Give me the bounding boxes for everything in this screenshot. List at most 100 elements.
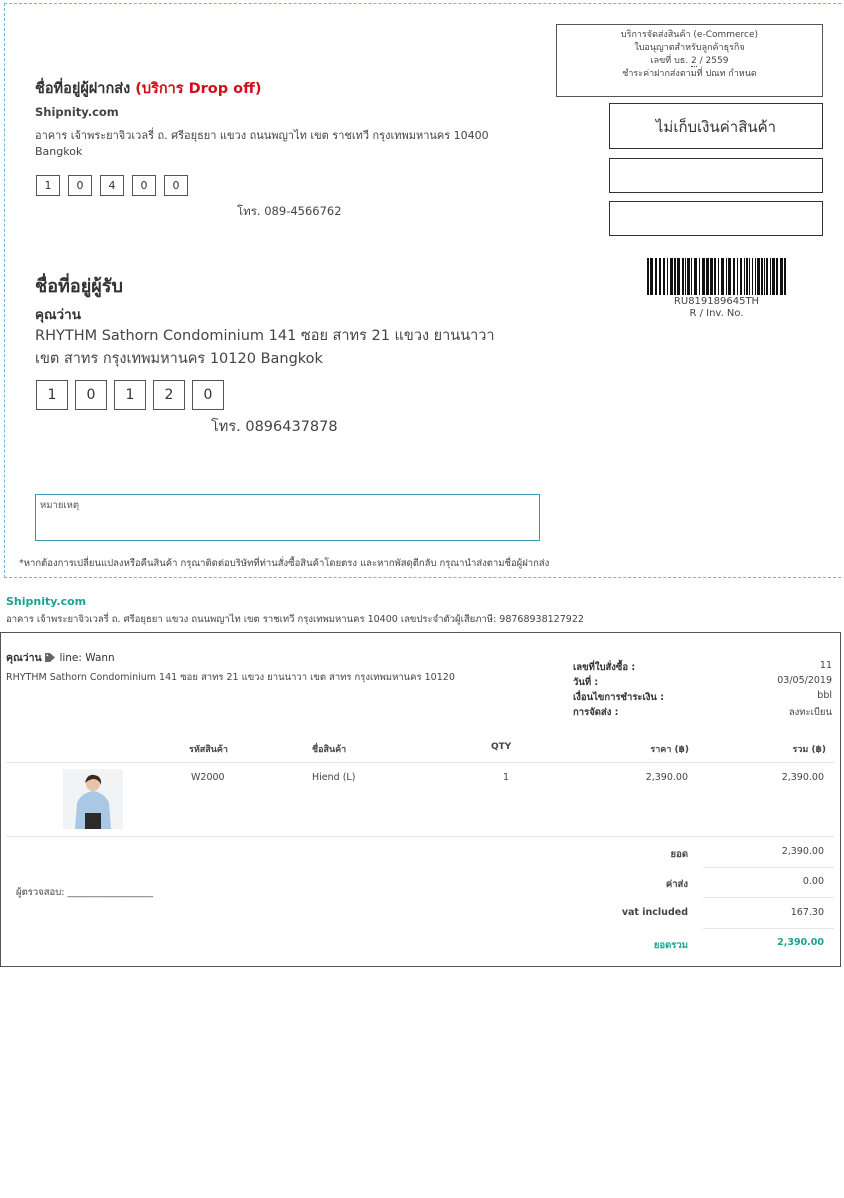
barcode-bar [655,258,657,295]
barcode-bar [744,258,745,295]
barcode-bar [721,258,724,295]
permit-number: 2 [691,56,697,67]
tag-icon [45,653,56,662]
col-header-code: รหัสสินค้า [189,745,228,755]
item-name: Hiend (L) [312,772,356,783]
receiver-address-line-2: เขต สาทร กรุงเทพมหานคร 10120 Bangkok [35,351,323,367]
barcode-bar [746,258,748,295]
subtotal-value: 2,390.00 [781,846,824,857]
receiver-name: คุณว่าน [35,307,81,323]
col-header-qty: QTY [491,742,512,752]
barcode-bar [770,258,771,295]
barcode-bar [772,258,775,295]
barcode-bar [694,258,697,295]
dropoff-service-label: (บริการ Drop off) [135,81,262,97]
zip-digit: 0 [192,380,224,410]
checker-signature-line: ผู้ตรวจสอบ: __________________ [16,887,153,898]
barcode-bar [670,258,673,295]
item-total: 2,390.00 [781,772,824,783]
permit-number-suffix: / 2559 [699,56,729,66]
barcode-bar [780,258,783,295]
zip-digit: 0 [164,175,188,196]
totals-divider [703,867,834,868]
barcode-bar [733,258,735,295]
vat-value: 167.30 [790,907,824,918]
zip-digit: 0 [132,175,156,196]
sender-address: อาคาร เจ้าพระยาจิวเวลรี่ ถ. ศรีอยุธยา แข… [35,129,489,158]
barcode-bar [740,258,742,295]
col-header-name: ชื่อสินค้า [312,745,347,755]
barcode-bar [784,258,786,295]
shop-address: อาคาร เจ้าพระยาจิวเวลรี่ ถ. ศรีอยุธยา แข… [6,614,584,625]
sender-title: ชื่อที่อยู่ผู้ฝากส่ง (บริการ Drop off) [35,77,262,100]
receiver-address-line-1: RHYTHM Sathorn Condominium 141 ซอย สาทร … [35,328,495,344]
grand-total-label: ยอดรวม [653,940,688,951]
sender-name: Shipnity.com [35,105,119,119]
shipping-method-label: การจัดส่ง : [573,707,619,718]
tracking-number: RU819189645TH [673,296,760,307]
barcode-bar [685,258,686,295]
header-divider [6,762,834,763]
barcode-bar [726,258,727,295]
permit-line-2: ใบอนุญาตสำหรับลูกค้าธุรกิจ [634,43,745,53]
barcode-bar [687,258,690,295]
barcode-bar [718,258,719,295]
barcode-bar [755,258,756,295]
barcode-bar [691,258,692,295]
barcode-bar [702,258,705,295]
barcode-bar [674,258,676,295]
cod-box: ไม่เก็บเงินค่าสินค้า [609,103,823,149]
barcode-bar [667,258,668,295]
barcode-bar [752,258,753,295]
barcode-bar [766,258,768,295]
permit-line-4: ชำระค่าฝากส่งตามที่ ปณท กำหนด [622,69,757,79]
blank-box-1 [609,158,823,193]
col-header-total: รวม (฿) [792,745,826,755]
barcode-image [647,258,786,295]
barcode-bar [647,258,649,295]
barcode-bar [764,258,765,295]
receiver-title: ชื่อที่อยู่ผู้รับ [35,276,123,297]
payment-terms-label: เงื่อนไขการชำระเงิน : [573,692,665,703]
receiver-phone: โทร. 0896437878 [211,419,338,435]
receiver-zip: 1 0 1 2 0 [36,380,231,410]
vat-label: vat included [621,907,688,918]
blank-box-2 [609,201,823,236]
barcode-bar [663,258,665,295]
barcode-bar [650,258,653,295]
barcode-bar [749,258,750,295]
remark-label: หมายเหตุ [40,500,80,511]
product-image [63,769,123,829]
item-code: W2000 [191,772,225,783]
order-number-label: เลขที่ใบสั่งซื้อ : [573,662,636,673]
product-thumbnail [63,769,123,829]
customer-line: คุณว่าน line: Wann [6,649,115,666]
barcode-bar [757,258,760,295]
barcode-bar [659,258,661,295]
permit-line-1: บริการจัดส่งสินค้า (e-Commerce) [620,30,759,40]
permit-number-prefix: เลขที่ บธ. [650,56,689,66]
payment-terms-value: bbl [817,690,832,701]
order-number-value: 11 [819,660,832,671]
customer-address: RHYTHM Sathorn Condominium 141 ซอย สาทร … [6,672,455,683]
barcode-bar [714,258,716,295]
date-value: 03/05/2019 [777,675,832,686]
barcode-bar [677,258,680,295]
col-header-price: ราคา (฿) [650,745,689,755]
receiver-address: RHYTHM Sathorn Condominium 141 ซอย สาทร … [35,325,595,371]
barcode-bar [776,258,778,295]
zip-digit: 2 [153,380,185,410]
permit-line-3: เลขที่ บธ. 2 / 2559 [557,55,822,68]
zip-digit: 1 [36,175,60,196]
barcode-bar [761,258,763,295]
barcode-bar [699,258,700,295]
sender-phone: โทร. 089-4566762 [237,204,342,218]
shipping-fee-label: ค่าส่ง [665,879,688,890]
zip-digit: 0 [68,175,92,196]
remark-box: หมายเหตุ [35,494,540,541]
shop-name: Shipnity.com [6,595,87,608]
barcode-bar [728,258,731,295]
zip-digit: 1 [36,380,68,410]
item-divider [6,836,834,837]
date-label: วันที่ : [573,677,599,688]
